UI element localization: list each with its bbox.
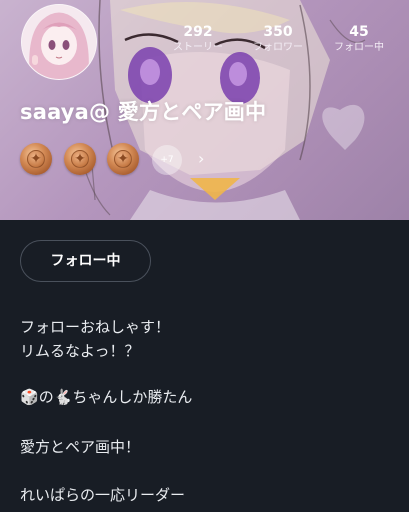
followers-count: 350 [263,24,293,40]
avatar-illustration [22,5,96,79]
more-badges-count[interactable]: +7 [152,145,182,175]
stories-label: ストーリー [173,42,223,53]
bronze-badge-icon[interactable]: ✦ [20,143,52,175]
bronze-badge-icon[interactable]: ✦ [64,143,96,175]
rabbit-icon: 🐇 [53,388,73,406]
profile-avatar[interactable] [21,4,97,80]
bio-line: 愛方とペア画中！ [20,438,141,456]
stat-followers[interactable]: 350 フォロワー [238,24,318,55]
chevron-right-icon[interactable]: › [198,149,204,168]
bio-line: フォローおねしゃす！ [20,318,171,336]
bio-line: 🎲の🐇ちゃんしか勝たん [20,386,192,408]
stories-count: 292 [183,24,213,40]
following-button[interactable]: フォロー中 [20,240,151,282]
bio-text: の [38,388,54,406]
bio-text: ちゃんしか勝たん [72,388,193,406]
following-label: フォロー中 [334,42,384,53]
bio-line: れいぱらの一応リーダー [20,486,186,504]
bronze-badge-icon[interactable]: ✦ [107,143,139,175]
dice-icon: 🎲 [20,388,39,406]
following-count: 45 [349,24,369,40]
stat-following[interactable]: 45 フォロー中 [319,24,399,55]
bio-line: リムるなよっ！？ [20,342,140,360]
followers-label: フォロワー [253,42,303,53]
stat-stories[interactable]: 292 ストーリー [158,24,238,55]
profile-username: saaya@ 愛方とペア画中 [20,100,267,124]
profile-header: 292 ストーリー 350 フォロワー 45 フォロー中 saaya@ 愛方とペ… [0,0,409,220]
